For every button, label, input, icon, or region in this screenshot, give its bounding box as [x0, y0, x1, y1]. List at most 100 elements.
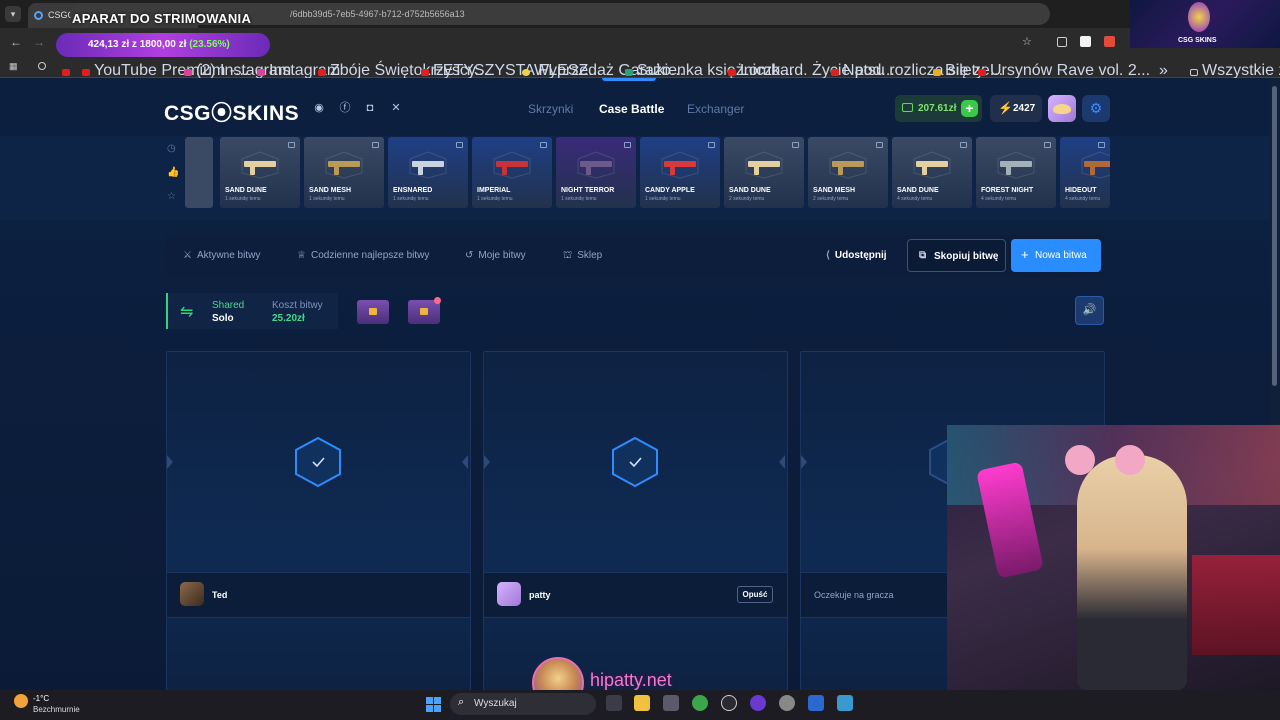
- extension-2-icon[interactable]: [1080, 36, 1091, 47]
- battle-cost-label: Koszt bitwy: [272, 300, 323, 311]
- drop-skin-name: FOREST NIGHT: [981, 187, 1034, 194]
- app-icon[interactable]: [837, 695, 853, 711]
- x-twitter-icon[interactable]: ✕: [389, 101, 403, 115]
- drop-card-partial[interactable]: [185, 137, 213, 208]
- nav-skrzynki[interactable]: Skrzynki: [528, 102, 573, 116]
- case-mini-icon: [624, 142, 631, 148]
- app-icon[interactable]: [721, 695, 737, 711]
- corner-logo-text: CSG SKINS: [1178, 37, 1217, 44]
- case-mini-icon: [792, 142, 799, 148]
- drop-card[interactable]: SAND DUNE 1 sekundę temu: [220, 137, 300, 208]
- drop-card[interactable]: SAND DUNE 2 sekundy temu: [724, 137, 804, 208]
- waiting-for-player: Oczekuje na gracza: [814, 590, 894, 600]
- copy-label: Skopiuj bitwę: [934, 251, 999, 262]
- wallet-icon: [902, 103, 913, 112]
- drop-card[interactable]: SAND DUNE 4 sekundy temu: [892, 137, 972, 208]
- bookmark-label: Ursynów Rave vol. 2...: [990, 62, 1151, 79]
- user-avatar[interactable]: [1048, 95, 1076, 122]
- balance-display[interactable]: 207.61zł +: [895, 95, 982, 122]
- weapon-icon: [577, 151, 615, 179]
- drop-card[interactable]: IMPERIAL 1 sekundę temu: [472, 137, 552, 208]
- case-thumbnail[interactable]: [357, 300, 389, 324]
- store-icon[interactable]: [663, 695, 679, 711]
- app-icon[interactable]: [808, 695, 824, 711]
- bookmark-icon[interactable]: [38, 62, 46, 70]
- file-explorer-icon[interactable]: [634, 695, 650, 711]
- corner-video-overlay: CSG SKINS: [1130, 0, 1280, 48]
- leave-battle-button[interactable]: Opuść: [737, 586, 773, 603]
- instagram-icon[interactable]: ◘: [363, 101, 377, 115]
- drop-skin-name: ENSNARED: [393, 187, 433, 194]
- basket-icon: ⛫: [563, 250, 573, 261]
- discord-icon[interactable]: ◉: [312, 101, 326, 115]
- facebook-icon[interactable]: ⓕ: [338, 101, 352, 115]
- weather-icon[interactable]: [14, 694, 28, 708]
- weapon-icon: [913, 151, 951, 179]
- drop-card[interactable]: FOREST NIGHT 4 sekundy temu: [976, 137, 1056, 208]
- tab-label: Sklep: [577, 250, 603, 261]
- slot-arrow-icon: [462, 455, 468, 469]
- player-slot-2: [483, 351, 788, 691]
- bookmark-star-icon[interactable]: ☆: [1022, 35, 1032, 48]
- drop-card[interactable]: HIDEOUT 4 sekundy temu: [1060, 137, 1110, 208]
- windows-start-icon[interactable]: [426, 697, 441, 712]
- drop-card[interactable]: SAND MESH 1 sekundę temu: [304, 137, 384, 208]
- drop-card[interactable]: CANDY APPLE 1 sekundę temu: [640, 137, 720, 208]
- points-value: 2427: [1013, 103, 1036, 114]
- forward-icon[interactable]: →: [33, 35, 45, 49]
- copy-battle-button[interactable]: ⧉ Skopiuj bitwę: [907, 239, 1006, 272]
- settings-app-icon[interactable]: [779, 695, 795, 711]
- player-avatar[interactable]: [497, 582, 521, 606]
- drop-time: 1 sekundę temu: [561, 196, 597, 202]
- drop-skin-name: SAND DUNE: [729, 187, 771, 194]
- bolt-icon: ⚡: [998, 101, 1013, 115]
- goal-amount: 424,13 zł z 1800,00 zł: [88, 39, 187, 50]
- tab-my-battles[interactable]: ↺ Moje bitwy: [465, 250, 526, 261]
- thumbs-up-icon[interactable]: 👍: [167, 167, 179, 178]
- extension-3-icon[interactable]: [1104, 36, 1115, 47]
- weapon-icon: [409, 151, 447, 179]
- app-icon[interactable]: [750, 695, 766, 711]
- drop-time: 1 sekundę temu: [393, 196, 429, 202]
- search-icon: ⌕: [458, 696, 465, 708]
- nav-exchanger[interactable]: Exchanger: [687, 102, 744, 116]
- case-mini-icon: [372, 142, 379, 148]
- drop-time: 1 sekundę temu: [645, 196, 681, 202]
- drop-card[interactable]: NIGHT TERROR 1 sekundę temu: [556, 137, 636, 208]
- plus-icon: +: [1021, 247, 1029, 262]
- tab-daily-best[interactable]: ♕ Codzienne najlepsze bitwy: [297, 250, 429, 261]
- battle-mode: Shared: [212, 300, 245, 311]
- tab-label: Codzienne najlepsze bitwy: [310, 250, 430, 261]
- star-icon[interactable]: ☆: [167, 191, 176, 202]
- sound-icon[interactable]: 🔊: [1075, 296, 1104, 325]
- tab-search-button[interactable]: ▾: [5, 6, 21, 22]
- chrome-icon[interactable]: [692, 695, 708, 711]
- tab-active-battles[interactable]: ⚔ Aktywne bitwy: [183, 250, 260, 261]
- deposit-plus-icon[interactable]: +: [961, 100, 978, 117]
- battle-mode-type: Solo: [212, 313, 234, 324]
- apps-grid-icon[interactable]: ▦: [9, 61, 18, 72]
- site-logo[interactable]: CSG⦿SKINS: [164, 97, 299, 127]
- weapon-icon: [745, 151, 783, 179]
- task-view-icon[interactable]: [606, 695, 622, 711]
- case-mini-icon: [540, 142, 547, 148]
- drop-time: 4 sekundy temu: [1065, 196, 1101, 202]
- share-button[interactable]: ⟨ Udostępnij: [826, 250, 887, 261]
- case-mini-icon: [708, 142, 715, 148]
- tab-shop[interactable]: ⛫ Sklep: [563, 250, 602, 263]
- player-avatar[interactable]: [180, 582, 204, 606]
- bookmark-label: Wszystkie zakładki: [1202, 62, 1280, 79]
- weapon-icon: [829, 151, 867, 179]
- drop-card[interactable]: SAND MESH 2 sekundy temu: [808, 137, 888, 208]
- gear-icon[interactable]: ⚙: [1082, 95, 1110, 122]
- nav-case-battle[interactable]: Case Battle: [599, 102, 664, 116]
- webcam-overlay: [947, 425, 1280, 690]
- drop-card[interactable]: ENSNARED 1 sekundę temu: [388, 137, 468, 208]
- back-icon[interactable]: ←: [10, 35, 22, 49]
- taskbar-search[interactable]: ⌕ Wyszukaj: [450, 693, 596, 715]
- extension-icon[interactable]: [1057, 37, 1067, 47]
- clock-icon[interactable]: ◷: [167, 143, 176, 154]
- scrollbar-thumb[interactable]: [1272, 86, 1277, 386]
- new-battle-button[interactable]: + Nowa bitwa: [1011, 239, 1101, 272]
- points-display[interactable]: ⚡ 2427: [990, 95, 1042, 122]
